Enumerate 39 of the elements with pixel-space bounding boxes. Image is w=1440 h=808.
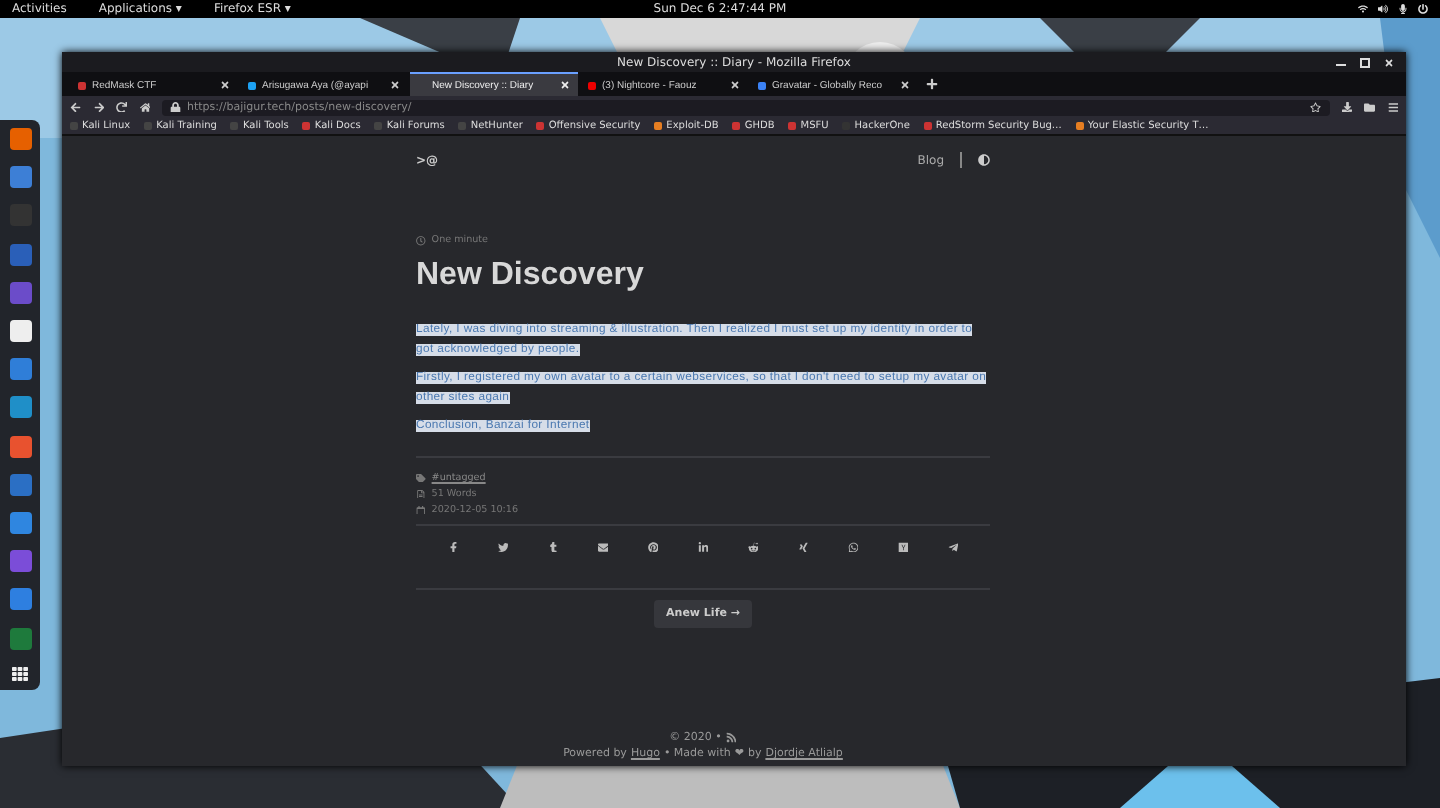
phone-bubble-icon[interactable] [847, 541, 859, 552]
power-icon[interactable] [1418, 4, 1428, 14]
post-title: New Discovery [416, 258, 646, 294]
letters-in-icon[interactable] [697, 541, 709, 552]
letter-f-icon[interactable] [447, 541, 459, 552]
maximize-icon[interactable] [1360, 57, 1370, 67]
reload-icon[interactable] [116, 101, 127, 113]
close-icon[interactable] [390, 80, 400, 90]
theme-toggle-icon[interactable] [978, 154, 990, 166]
rss-icon[interactable] [725, 732, 737, 744]
clock-icon [416, 236, 426, 246]
download-icon[interactable] [1341, 101, 1352, 113]
paper-plane-icon[interactable] [947, 541, 959, 552]
library-icon[interactable] [1364, 101, 1375, 113]
star-icon[interactable] [1310, 101, 1321, 113]
document-icon [416, 489, 426, 499]
close-icon[interactable] [220, 80, 230, 90]
bird-icon[interactable] [497, 541, 509, 552]
new-tab-icon[interactable] [926, 78, 938, 90]
wifi-icon[interactable] [1358, 4, 1368, 14]
close-icon[interactable] [730, 80, 740, 90]
alien-icon[interactable] [747, 541, 759, 552]
microphone-icon[interactable] [1398, 4, 1408, 14]
envelope-icon[interactable] [597, 541, 609, 552]
home-icon[interactable] [139, 101, 150, 113]
tag-icon [416, 473, 426, 483]
x-shape-icon[interactable] [797, 541, 809, 552]
speaker-icon[interactable] [1378, 4, 1388, 14]
calendar-icon [416, 505, 426, 515]
letter-t-icon[interactable] [547, 541, 559, 552]
lock-icon [170, 101, 181, 113]
app-icon[interactable] [9, 320, 31, 343]
close-icon[interactable] [1384, 57, 1394, 67]
menu-icon[interactable] [1387, 101, 1398, 113]
close-icon[interactable] [900, 80, 910, 90]
app-grid-icon[interactable] [12, 665, 28, 682]
forward-icon[interactable] [93, 101, 104, 113]
back-icon[interactable] [70, 101, 81, 113]
close-icon[interactable] [560, 80, 570, 90]
